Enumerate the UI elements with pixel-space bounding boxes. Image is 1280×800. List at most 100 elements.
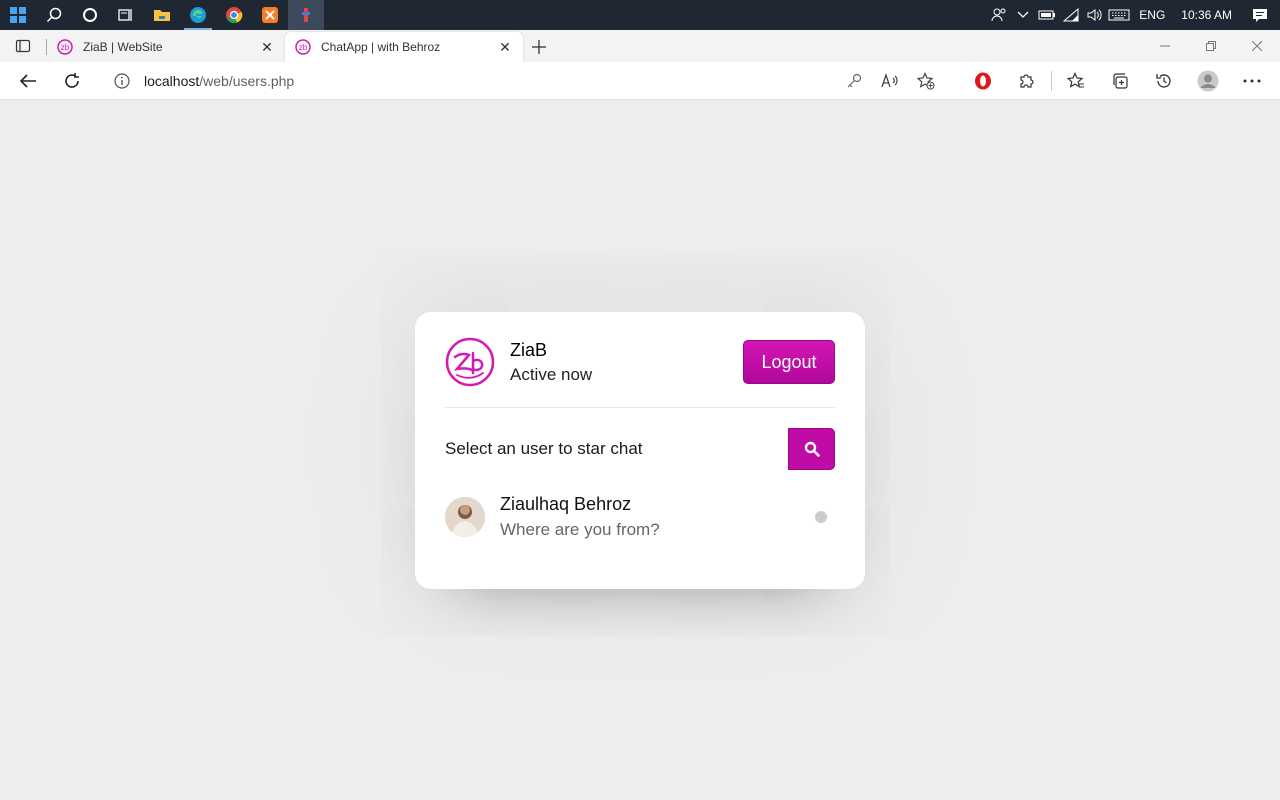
page-content: ZiaB Active now Logout Select an user to… [0, 101, 1280, 800]
status-dot [815, 511, 827, 523]
card-header: ZiaB Active now Logout [445, 337, 835, 408]
minimize-button[interactable] [1142, 30, 1188, 62]
add-favorite-button[interactable] [908, 65, 944, 97]
close-icon [1252, 41, 1262, 51]
windows-taskbar: ENG 10:36 AM [0, 0, 1280, 30]
collections-icon [1113, 73, 1128, 89]
favorites-star-icon [1067, 72, 1084, 88]
close-tab-icon[interactable]: ✕ [497, 39, 513, 55]
task-view-button[interactable] [108, 0, 144, 30]
toolbar-actions [961, 62, 1274, 100]
browser-tab-strip: zb ZiaB | WebSite ✕ zb ChatApp | with Be… [0, 30, 1280, 62]
refresh-button[interactable] [50, 62, 94, 100]
system-tray: ENG 10:36 AM [987, 0, 1280, 30]
user-last-message: Where are you from? [500, 520, 660, 539]
star-plus-icon [917, 72, 935, 90]
site-info-icon[interactable] [114, 73, 130, 89]
cortana-icon [83, 8, 97, 22]
read-aloud-button[interactable] [872, 65, 908, 97]
tab-title: ZiaB | WebSite [83, 40, 163, 54]
password-key-button[interactable] [836, 65, 872, 97]
url-text[interactable]: localhost/web/users.php [144, 73, 294, 89]
ziab-logo-icon [445, 337, 495, 387]
search-prompt-text: Select an user to star chat [445, 439, 643, 458]
chrome-taskbar-button[interactable] [216, 0, 252, 30]
current-user-name: ZiaB [510, 339, 548, 360]
edge-icon [190, 7, 206, 23]
history-button[interactable] [1142, 62, 1186, 100]
tab-actions-button[interactable] [0, 30, 46, 62]
browser-toolbar: localhost/web/users.php [0, 62, 1280, 100]
edge-taskbar-button[interactable] [180, 0, 216, 30]
xampp-taskbar-button[interactable] [252, 0, 288, 30]
url-host: localhost [144, 73, 200, 89]
extensions-button[interactable] [1005, 62, 1049, 100]
opera-extension-button[interactable] [961, 62, 1005, 100]
xampp-icon [262, 7, 278, 23]
restore-button[interactable] [1188, 30, 1234, 62]
more-dots-icon [1243, 79, 1261, 83]
user-text: Ziaulhaq Behroz Where are you from? [500, 494, 660, 540]
user-name: Ziaulhaq Behroz [500, 494, 632, 514]
ziab-favicon-icon: zb [295, 39, 311, 55]
people-icon[interactable] [987, 0, 1011, 30]
restore-icon [1206, 41, 1216, 51]
collections-button[interactable] [1098, 62, 1142, 100]
user-info: Ziaulhaq Behroz Where are you from? [445, 494, 660, 540]
search-icon [46, 7, 62, 23]
volume-icon[interactable] [1083, 0, 1107, 30]
settings-more-button[interactable] [1230, 62, 1274, 100]
logout-button[interactable]: Logout [743, 340, 835, 384]
profile-button[interactable] [1186, 62, 1230, 100]
task-view-icon [118, 9, 132, 21]
clock[interactable]: 10:36 AM [1173, 8, 1240, 22]
app-icon [302, 8, 310, 22]
battery-icon[interactable] [1035, 0, 1059, 30]
tab-title: ChatApp | with Behroz [321, 40, 441, 54]
tab-ziab-website[interactable]: zb ZiaB | WebSite ✕ [47, 32, 285, 62]
windows-logo-icon [10, 7, 26, 23]
taskbar-search-button[interactable] [36, 0, 72, 30]
chevron-up-icon[interactable] [1011, 0, 1035, 30]
ziab-favicon-icon: zb [57, 39, 73, 55]
folder-icon [154, 10, 170, 21]
current-user-profile: ZiaB Active now [445, 337, 592, 387]
cortana-button[interactable] [72, 0, 108, 30]
history-icon [1156, 74, 1171, 88]
chrome-icon [226, 7, 243, 24]
new-tab-button[interactable] [523, 32, 555, 62]
search-bar: Select an user to star chat [445, 428, 835, 470]
url-path: /web/users.php [199, 73, 295, 89]
puzzle-icon [1020, 74, 1034, 88]
close-tab-icon[interactable]: ✕ [259, 39, 275, 55]
wifi-icon[interactable] [1059, 0, 1083, 30]
current-user-status: Active now [510, 364, 593, 384]
back-button[interactable] [6, 62, 50, 100]
file-explorer-button[interactable] [144, 0, 180, 30]
close-window-button[interactable] [1234, 30, 1280, 62]
minimize-icon [1160, 45, 1170, 47]
address-bar[interactable]: localhost/web/users.php [100, 65, 950, 97]
app-taskbar-button[interactable] [288, 0, 324, 30]
svg-text:zb: zb [61, 43, 70, 52]
back-arrow-icon [19, 73, 36, 88]
toolbar-separator [1051, 71, 1052, 91]
search-button[interactable] [788, 428, 835, 470]
language-indicator[interactable]: ENG [1131, 8, 1173, 22]
svg-text:zb: zb [299, 43, 308, 52]
tab-actions-icon [15, 39, 31, 53]
plus-icon [532, 40, 546, 54]
window-controls [1142, 30, 1280, 62]
start-button[interactable] [0, 0, 36, 30]
refresh-icon [65, 72, 79, 88]
user-list-item[interactable]: Ziaulhaq Behroz Where are you from? [445, 494, 835, 540]
chat-users-card: ZiaB Active now Logout Select an user to… [415, 312, 865, 589]
current-user-details: ZiaB Active now [510, 340, 592, 385]
search-icon [804, 441, 820, 457]
notification-icon[interactable] [1240, 0, 1280, 30]
keyboard-icon[interactable] [1107, 0, 1131, 30]
tab-chatapp[interactable]: zb ChatApp | with Behroz ✕ [285, 32, 523, 62]
user-avatar [445, 497, 485, 537]
favorites-button[interactable] [1054, 62, 1098, 100]
opera-icon [975, 72, 991, 90]
